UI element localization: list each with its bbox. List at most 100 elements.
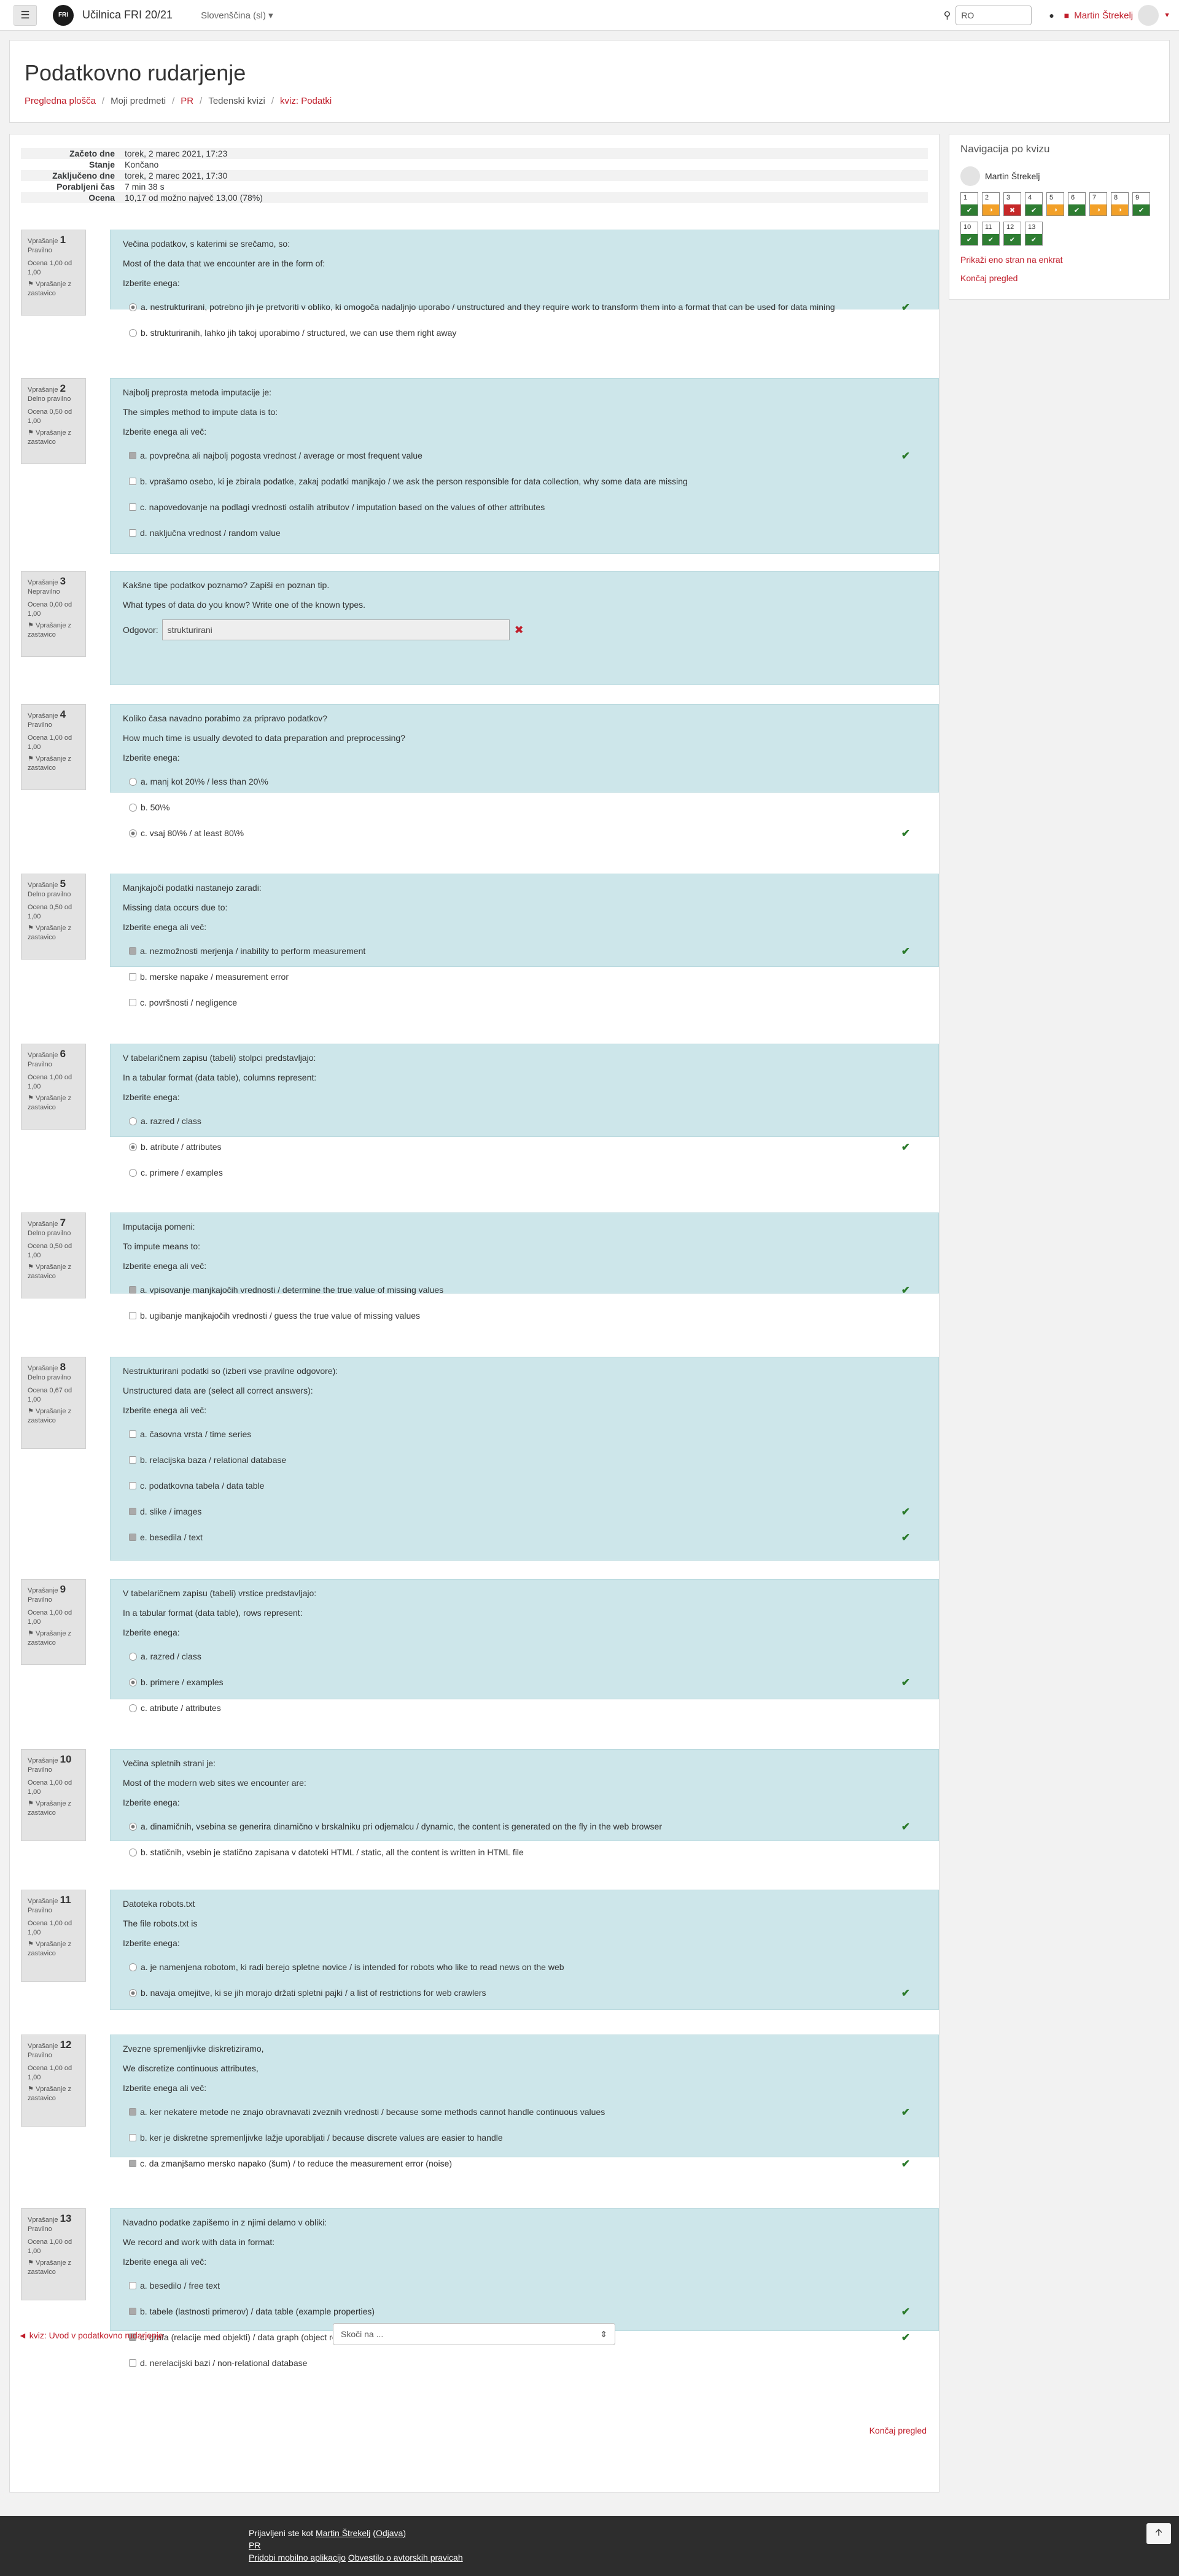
checkbox[interactable] <box>129 2308 136 2315</box>
answer-option[interactable]: c. primere / examples <box>123 1160 926 1185</box>
checkbox[interactable] <box>129 1456 136 1464</box>
finish-review-link[interactable]: Končaj pregled <box>870 2426 927 2435</box>
answer-option[interactable]: a. časovna vrsta / time series <box>123 1421 926 1447</box>
answer-option[interactable]: a. ker nekatere metode ne znajo obravnav… <box>123 2099 926 2125</box>
answer-option[interactable]: b. 50\% <box>123 794 926 820</box>
chevron-down-icon[interactable]: ▼ <box>1164 12 1170 19</box>
flag-question-button[interactable]: ⚑ Vprašanje z zastavico <box>28 2259 79 2277</box>
answer-option[interactable]: c. površnosti / negligence <box>123 990 926 1015</box>
answer-option[interactable]: a. razred / class <box>123 1643 926 1669</box>
answer-option[interactable]: c. da zmanjšamo mersko napako (šum) / to… <box>123 2151 926 2176</box>
mobile-app-link[interactable]: Pridobi mobilno aplikacijo <box>249 2553 346 2562</box>
radio-button[interactable] <box>129 328 137 337</box>
quiz-nav-button-10[interactable]: 10 ✔ <box>960 222 978 246</box>
radio-button[interactable] <box>129 777 137 786</box>
answer-option[interactable]: b. ugibanje manjkajočih vrednosti / gues… <box>123 1303 926 1329</box>
checkbox[interactable] <box>129 2282 136 2289</box>
checkbox[interactable] <box>129 2160 136 2167</box>
answer-option[interactable]: b. merske napake / measurement error <box>123 964 926 990</box>
answer-option[interactable]: a. nezmožnosti merjenja / inability to p… <box>123 938 926 964</box>
flag-question-button[interactable]: ⚑ Vprašanje z zastavico <box>28 1940 79 1958</box>
answer-option[interactable]: c. podatkovna tabela / data table <box>123 1473 926 1499</box>
quiz-nav-button-7[interactable]: 7 ◑ <box>1089 192 1107 216</box>
copyright-link[interactable]: Obvestilo o avtorskih pravicah <box>348 2553 463 2562</box>
checkbox[interactable] <box>129 999 136 1006</box>
hamburger-icon[interactable]: ☰ <box>14 4 37 26</box>
show-one-page-link[interactable]: Prikaži eno stran na enkrat <box>960 255 1063 265</box>
quiz-nav-button-8[interactable]: 8 ◑ <box>1111 192 1129 216</box>
quiz-nav-button-3[interactable]: 3 ✖ <box>1003 192 1021 216</box>
radio-button[interactable] <box>129 1168 137 1177</box>
checkbox[interactable] <box>129 2134 136 2141</box>
footer-course-link[interactable]: PR <box>249 2540 260 2550</box>
radio-button[interactable] <box>129 1848 137 1856</box>
quiz-nav-button-13[interactable]: 13 ✔ <box>1025 222 1043 246</box>
finish-review-link[interactable]: Končaj pregled <box>960 273 1018 283</box>
flag-question-button[interactable]: ⚑ Vprašanje z zastavico <box>28 429 79 447</box>
answer-option[interactable]: b. vprašamo osebo, ki je zbirala podatke… <box>123 468 926 494</box>
flag-question-button[interactable]: ⚑ Vprašanje z zastavico <box>28 755 79 773</box>
flag-question-button[interactable]: ⚑ Vprašanje z zastavico <box>28 2085 79 2103</box>
answer-option[interactable]: b. navaja omejitve, ki se jih morajo drž… <box>123 1980 926 2006</box>
answer-option[interactable]: d. slike / images ✔ <box>123 1499 926 1524</box>
flag-question-button[interactable]: ⚑ Vprašanje z zastavico <box>28 924 79 942</box>
answer-option[interactable]: b. relacijska baza / relational database <box>123 1447 926 1473</box>
checkbox[interactable] <box>129 452 136 459</box>
checkbox[interactable] <box>129 1482 136 1489</box>
flag-question-button[interactable]: ⚑ Vprašanje z zastavico <box>28 621 79 640</box>
checkbox[interactable] <box>129 973 136 980</box>
logout-link[interactable]: (Odjava) <box>373 2528 406 2538</box>
chat-icon[interactable]: ■ <box>1064 10 1069 20</box>
site-logo[interactable]: FRI <box>53 4 74 26</box>
radio-button[interactable] <box>129 303 137 311</box>
search-icon[interactable]: ⚲ <box>944 9 951 21</box>
answer-option[interactable]: a. nestrukturirani, potrebno jih je pret… <box>123 294 926 320</box>
answer-option[interactable]: c. napovedovanje na podlagi vrednosti os… <box>123 494 926 520</box>
answer-option[interactable]: e. besedila / text ✔ <box>123 1524 926 1550</box>
radio-button[interactable] <box>129 1652 137 1661</box>
answer-option[interactable]: a. dinamičnih, vsebina se generira dinam… <box>123 1814 926 1839</box>
site-name[interactable]: Učilnica FRI 20/21 <box>82 9 173 21</box>
radio-button[interactable] <box>129 1678 137 1686</box>
checkbox[interactable] <box>129 1286 136 1294</box>
answer-option[interactable]: a. povprečna ali najbolj pogosta vrednos… <box>123 443 926 468</box>
answer-input[interactable] <box>161 619 510 640</box>
radio-button[interactable] <box>129 829 137 837</box>
footer-user-link[interactable]: Martin Štrekelj <box>316 2528 370 2538</box>
radio-button[interactable] <box>129 1704 137 1712</box>
previous-activity-link[interactable]: ◄ kviz: Uvod v podatkovno rudarjenje <box>18 2330 163 2340</box>
quiz-nav-button-9[interactable]: 9 ✔ <box>1132 192 1150 216</box>
quiz-nav-button-6[interactable]: 6 ✔ <box>1068 192 1086 216</box>
answer-option[interactable]: a. razred / class <box>123 1108 926 1134</box>
answer-option[interactable]: d. nerelacijski bazi / non-relational da… <box>123 2350 926 2376</box>
flag-question-button[interactable]: ⚑ Vprašanje z zastavico <box>28 280 79 298</box>
answer-option[interactable]: b. primere / examples ✔ <box>123 1669 926 1695</box>
radio-button[interactable] <box>129 1822 137 1831</box>
radio-button[interactable] <box>129 1988 137 1997</box>
checkbox[interactable] <box>129 478 136 485</box>
bell-icon[interactable]: ● <box>1049 10 1054 20</box>
quiz-nav-button-2[interactable]: 2 ◑ <box>982 192 1000 216</box>
back-to-top-button[interactable]: 🡩 <box>1146 2523 1171 2544</box>
checkbox[interactable] <box>129 1508 136 1515</box>
breadcrumb-course[interactable]: PR <box>181 96 193 106</box>
flag-question-button[interactable]: ⚑ Vprašanje z zastavico <box>28 1094 79 1112</box>
breadcrumb-dashboard[interactable]: Pregledna plošča <box>25 96 96 106</box>
breadcrumb-quiz[interactable]: kviz: Podatki <box>280 96 332 106</box>
radio-button[interactable] <box>129 1117 137 1125</box>
quiz-nav-button-12[interactable]: 12 ✔ <box>1003 222 1021 246</box>
user-menu-name[interactable]: Martin Štrekelj <box>1074 10 1133 21</box>
quiz-nav-button-5[interactable]: 5 ◑ <box>1046 192 1064 216</box>
quiz-nav-button-4[interactable]: 4 ✔ <box>1025 192 1043 216</box>
answer-option[interactable]: a. besedilo / free text <box>123 2273 926 2299</box>
checkbox[interactable] <box>129 2359 136 2367</box>
answer-option[interactable]: a. manj kot 20\% / less than 20\% <box>123 769 926 794</box>
checkbox[interactable] <box>129 2108 136 2116</box>
answer-option[interactable]: c. vsaj 80\% / at least 80\% ✔ <box>123 820 926 846</box>
radio-button[interactable] <box>129 1143 137 1151</box>
radio-button[interactable] <box>129 803 137 812</box>
answer-option[interactable]: b. ker je diskretne spremenljivke lažje … <box>123 2125 926 2151</box>
checkbox[interactable] <box>129 1430 136 1438</box>
answer-option[interactable]: d. naključna vrednost / random value <box>123 520 926 546</box>
radio-button[interactable] <box>129 1963 137 1971</box>
